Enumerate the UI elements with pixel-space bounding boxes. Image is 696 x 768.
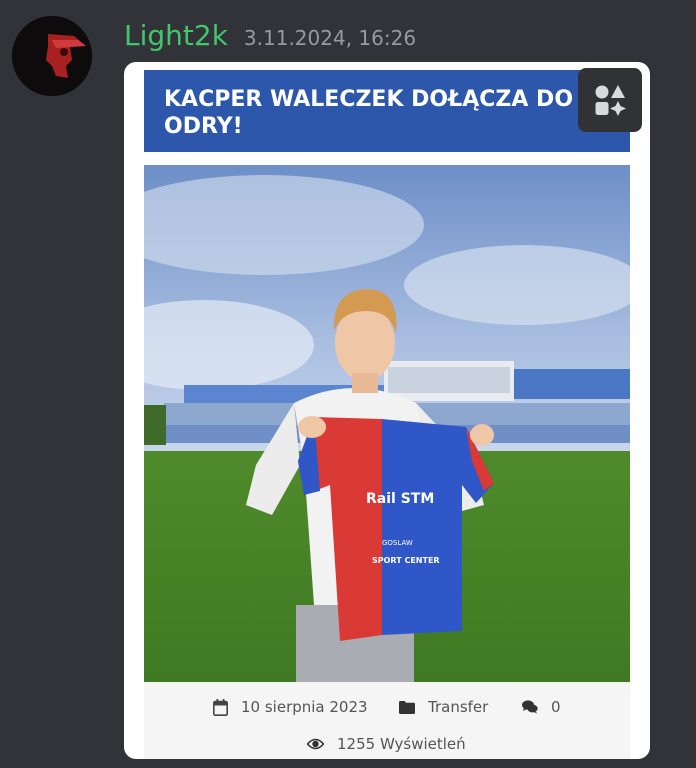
category-meta: Transfer [399,696,488,718]
calendar-icon [213,698,228,716]
article-views-row: 1255 Wyświetleń [144,733,630,755]
jersey-sponsor2-text: SPORT CENTER [372,556,440,565]
article-date: 10 sierpnia 2023 [241,698,368,716]
username[interactable]: Light2k [124,16,228,56]
chat-message: Light2k 3.11.2024, 16:26 KACPER WALECZEK… [0,0,696,768]
timestamp: 3.11.2024, 16:26 [243,26,417,50]
user-avatar[interactable] [12,16,92,96]
folder-icon [399,700,415,714]
jersey-sponsor-text: Rail STM [366,491,434,507]
jersey-city-text: GOSLAW [382,539,413,547]
app-launcher-icon [595,85,626,116]
date-meta: 10 sierpnia 2023 [213,696,368,718]
article-title-line-2: ODRY! [164,114,243,139]
embed-image-card[interactable]: KACPER WALECZEK DOŁĄCZA DO ODRY! Rail ST… [124,62,650,759]
article-category[interactable]: Transfer [428,698,488,716]
article-meta-row: 10 sierpnia 2023 Transfer 0 [144,696,630,718]
comments-icon [522,700,538,714]
message-header: Light2k 3.11.2024, 16:26 [124,16,416,56]
article-photo: Rail STM SPORT CENTER GOSLAW [144,165,630,682]
comments-meta: 0 [522,696,561,718]
article-title-line-1: KACPER WALECZEK DOŁĄCZA DO [164,87,574,112]
article-meta-bar: 10 sierpnia 2023 Transfer 0 1255 Wyświet… [144,682,630,759]
views-meta: 1255 Wyświetleń [307,733,466,755]
eye-icon [307,738,324,750]
comments-count: 0 [551,698,561,716]
article-title-banner: KACPER WALECZEK DOŁĄCZA DO ODRY! [144,70,630,152]
app-launcher-button[interactable] [578,68,642,132]
views-count: 1255 Wyświetleń [337,735,466,753]
